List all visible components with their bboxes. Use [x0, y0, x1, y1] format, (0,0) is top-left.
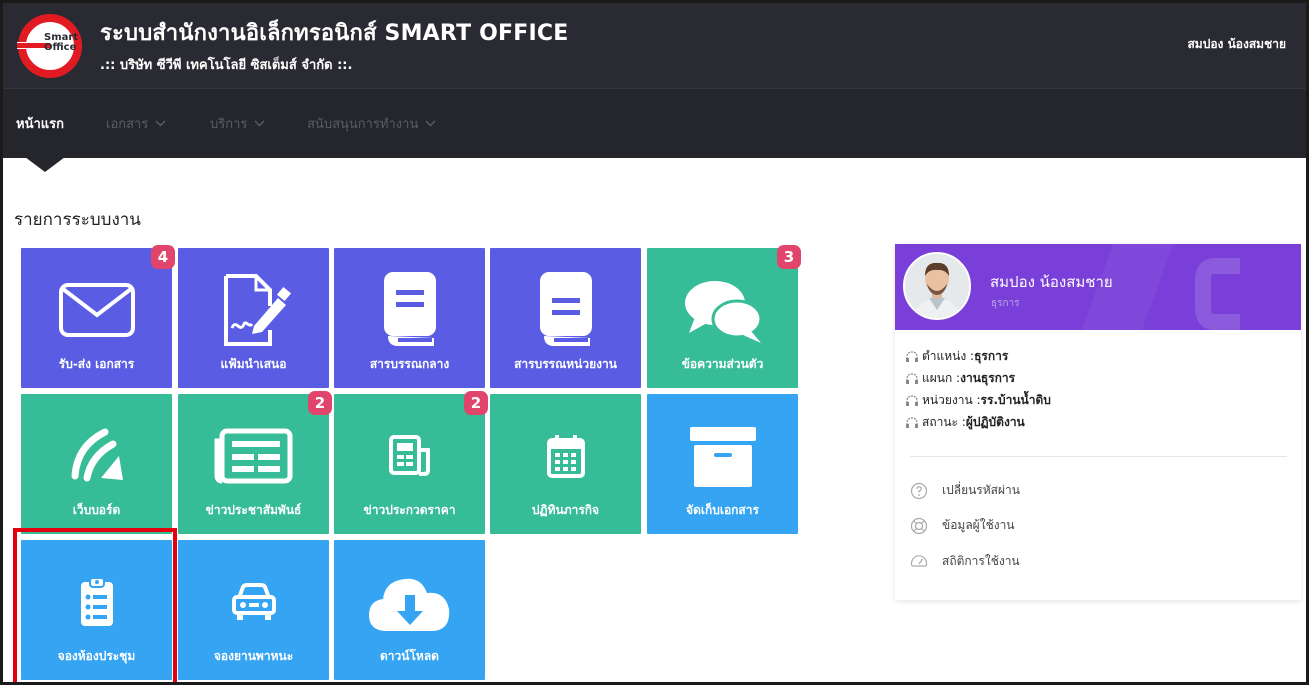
profile-name: สมปอง น้องสมชาย — [990, 273, 1113, 291]
tile-webboard[interactable]: เว็บบอร์ด — [21, 394, 172, 534]
tile-document-archive[interactable]: จัดเก็บเอกสาร — [647, 394, 798, 534]
chevron-down-icon — [155, 120, 166, 127]
info-label: แผนก : — [922, 371, 961, 385]
envelope-icon — [58, 283, 135, 337]
tile-meeting-room-booking[interactable]: จองห้องประชุม — [21, 540, 172, 680]
lifebuoy-icon — [910, 517, 928, 534]
tile-label: ข่าวประชาสัมพันธ์ — [205, 503, 302, 517]
book-icon — [539, 272, 592, 346]
link-label: สถิติการใช้งาน — [942, 554, 1020, 568]
headset-icon — [906, 372, 918, 384]
link-usage-stats[interactable]: สถิติการใช้งาน — [910, 552, 1020, 571]
link-label: เปลี่ยนรหัสผ่าน — [942, 483, 1020, 497]
tile-presentation-file[interactable]: แฟ้มนำเสนอ — [178, 248, 329, 388]
notification-badge: 2 — [308, 391, 332, 415]
info-status: สถานะ : ผู้ปฏิบัติงาน — [905, 413, 1025, 432]
tile-label: สารบรรณกลาง — [369, 357, 450, 371]
archive-box-icon — [689, 427, 756, 487]
logo-text-bottom: Office — [44, 42, 77, 53]
info-value: รร.บ้านน้ำดิบ — [980, 393, 1051, 407]
chevron-down-icon — [425, 120, 436, 127]
profile-banner: สมปอง น้องสมชาย ธุรการ — [895, 244, 1301, 330]
tile-central-correspondence[interactable]: สารบรรณกลาง — [334, 248, 485, 388]
tile-label: จัดเก็บเอกสาร — [686, 503, 759, 517]
info-position: ตำแหน่ง : ธุรการ — [905, 347, 1008, 366]
app-title: ระบบสำนักงานอิเล็กทรอนิกส์ SMART OFFICE — [100, 21, 569, 46]
tile-private-messages[interactable]: ข้อความส่วนตัว 3 — [647, 245, 801, 388]
nav-work-support[interactable]: สนับสนุนการทำงาน — [307, 113, 436, 134]
tile-label: ดาวน์โหลด — [380, 649, 439, 663]
user-menu[interactable]: สมปอง น้องสมชาย — [1187, 35, 1286, 54]
avatar[interactable] — [903, 252, 971, 320]
tile-vehicle-booking[interactable]: จองยานพาหนะ — [178, 540, 329, 680]
headset-icon — [906, 416, 918, 428]
tile-label: สารบรรณหน่วยงาน — [514, 357, 617, 371]
newspaper-icon — [214, 428, 292, 484]
active-nav-pointer — [25, 157, 65, 172]
tile-label: จองห้องประชุม — [57, 649, 136, 663]
nav-home[interactable]: หน้าแรก — [16, 113, 64, 134]
tile-bidding-news[interactable]: ข่าวประกวดราคา 2 — [334, 391, 488, 534]
link-user-info[interactable]: ข้อมูลผู้ใช้งาน — [910, 516, 1015, 535]
headset-icon — [906, 350, 918, 362]
app-window: Smart Office ระบบสำนักงานอิเล็กทรอนิกส์ … — [0, 0, 1309, 685]
tile-label: จองยานพาหนะ — [213, 649, 294, 663]
tile-send-receive-documents[interactable]: รับ-ส่ง เอกสาร 4 — [21, 245, 175, 388]
banner-decoration — [1185, 254, 1255, 330]
info-agency: หน่วยงาน : รร.บ้านน้ำดิบ — [905, 391, 1051, 410]
tile-label: ปฏิทินภารกิจ — [531, 503, 600, 517]
book-icon — [383, 272, 436, 346]
section-title: รายการระบบงาน — [14, 210, 141, 230]
info-value: ธุรการ — [974, 349, 1009, 363]
tile-public-relations-news[interactable]: ข่าวประชาสัมพันธ์ 2 — [178, 391, 332, 534]
tile-mission-calendar[interactable]: ปฏิทินภารกิจ — [490, 394, 641, 534]
nav-label: สนับสนุนการทำงาน — [307, 117, 419, 132]
info-value: งานธุรการ — [960, 371, 1016, 385]
smart-office-logo[interactable]: Smart Office — [17, 13, 83, 79]
divider — [910, 456, 1287, 457]
nav-label: เอกสาร — [106, 117, 149, 132]
clipboard-list-icon — [80, 577, 113, 626]
calendar-icon — [546, 435, 585, 478]
tile-label: ข่าวประกวดราคา — [363, 503, 456, 517]
tile-label: ข้อความส่วนตัว — [681, 357, 764, 371]
chevron-down-icon — [254, 120, 265, 127]
tile-label: รับ-ส่ง เอกสาร — [58, 357, 135, 371]
tile-label: แฟ้มนำเสนอ — [220, 357, 287, 371]
top-header: Smart Office ระบบสำนักงานอิเล็กทรอนิกส์ … — [3, 3, 1306, 88]
notification-badge: 3 — [777, 245, 801, 269]
info-label: ตำแหน่ง : — [922, 349, 975, 363]
nav-services[interactable]: บริการ — [210, 113, 265, 134]
tile-download[interactable]: ดาวน์โหลด — [334, 540, 485, 680]
tile-department-correspondence[interactable]: สารบรรณหน่วยงาน — [490, 248, 641, 388]
notification-badge: 2 — [464, 391, 488, 415]
headset-icon — [906, 394, 918, 406]
info-label: หน่วยงาน : — [922, 393, 981, 407]
webboard-icon — [71, 428, 123, 482]
profile-card: สมปอง น้องสมชาย ธุรการ ตำแหน่ง : ธุรการ … — [895, 244, 1301, 600]
link-change-password[interactable]: เปลี่ยนรหัสผ่าน — [910, 481, 1020, 500]
document-sign-icon — [223, 274, 291, 346]
link-label: ข้อมูลผู้ใช้งาน — [942, 518, 1015, 532]
info-label: สถานะ : — [922, 415, 966, 429]
profile-role: ธุรการ — [991, 298, 1020, 309]
info-department: แผนก : งานธุรการ — [905, 369, 1015, 388]
question-circle-icon — [910, 482, 928, 499]
info-value: ผู้ปฏิบัติงาน — [965, 415, 1025, 429]
chat-bubbles-icon — [684, 281, 762, 343]
nav-label: หน้าแรก — [16, 117, 64, 132]
car-icon — [231, 583, 276, 620]
notification-badge: 4 — [151, 245, 175, 269]
cloud-download-icon — [368, 578, 449, 631]
nav-label: บริการ — [210, 117, 248, 132]
nav-documents[interactable]: เอกสาร — [106, 113, 166, 134]
newspaper-small-icon — [388, 435, 430, 476]
company-name: .:: บริษัท ซีวีพี เทคโนโลยี ซิสเต็มส์ จำ… — [100, 58, 353, 73]
speedometer-icon — [910, 554, 928, 567]
tile-label: เว็บบอร์ด — [72, 503, 121, 517]
main-nav: หน้าแรก เอกสาร บริการ สนับสนุนการทำงาน — [3, 88, 1306, 158]
